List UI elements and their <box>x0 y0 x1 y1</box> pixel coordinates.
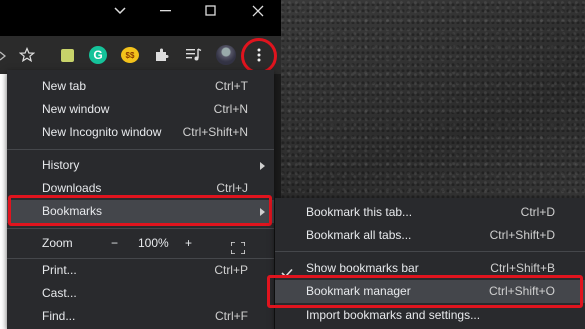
menu-item-label: Import bookmarks and settings... <box>306 308 481 322</box>
menu-item-label: History <box>42 158 80 172</box>
bookmarks-submenu: Bookmark this tab... Ctrl+D Bookmark all… <box>267 198 585 329</box>
menu-item-label: Bookmark this tab... <box>306 205 413 219</box>
bookmarks-highlight-box <box>8 195 272 226</box>
menu-item-print[interactable]: Print... Ctrl+P <box>7 259 274 282</box>
submenu-item-bookmark-tab[interactable]: Bookmark this tab... Ctrl+D <box>275 201 585 224</box>
menu-item-label: New tab <box>42 79 87 93</box>
zoom-out-button[interactable]: − <box>111 230 118 256</box>
chrome-main-menu: New tab Ctrl+T New window Ctrl+N New Inc… <box>7 70 274 329</box>
menu-item-label: Zoom <box>42 236 73 250</box>
menu-item-zoom: Zoom − 100% + <box>7 230 274 256</box>
menu-item-label: Cast... <box>42 286 77 300</box>
menu-item-shortcut: Ctrl+P <box>214 263 248 277</box>
menu-item-find[interactable]: Find... Ctrl+F <box>7 305 274 328</box>
maximize-icon[interactable] <box>191 0 231 25</box>
menu-separator <box>275 251 585 252</box>
zoom-in-button[interactable]: + <box>185 230 192 256</box>
extension-square-icon[interactable] <box>55 43 79 67</box>
fullscreen-icon[interactable] <box>230 237 246 255</box>
menu-item-label: Find... <box>42 309 76 323</box>
menu-item-new-tab[interactable]: New tab Ctrl+T <box>7 75 274 98</box>
menu-item-shortcut: Ctrl+Shift+D <box>489 228 555 242</box>
menu-item-shortcut: Ctrl+F <box>215 309 248 323</box>
menu-item-label: New window <box>42 102 110 116</box>
grammarly-icon[interactable]: G <box>86 43 110 67</box>
profile-avatar[interactable] <box>214 43 238 67</box>
menu-separator <box>7 149 274 150</box>
submenu-item-import[interactable]: Import bookmarks and settings... <box>275 304 585 327</box>
menu-item-label: Print... <box>42 263 77 277</box>
star-icon[interactable] <box>15 43 39 67</box>
media-queue-icon[interactable] <box>182 43 206 67</box>
minimize-icon[interactable] <box>146 0 186 25</box>
menu-item-shortcut: Ctrl+N <box>213 102 248 116</box>
submenu-arrow-icon <box>260 162 265 170</box>
menu-button-highlight <box>241 38 277 74</box>
checkmark-icon <box>281 263 293 278</box>
close-icon[interactable] <box>238 0 278 25</box>
tab-search-chevron-icon[interactable] <box>100 0 140 25</box>
menu-item-history[interactable]: History <box>7 154 274 177</box>
zoom-level-value: 100% <box>138 236 169 250</box>
menu-item-label: Bookmark all tabs... <box>306 228 412 242</box>
menu-separator <box>7 228 274 229</box>
menu-item-shortcut: Ctrl+D <box>520 205 555 219</box>
menu-item-cast[interactable]: Cast... <box>7 282 274 305</box>
menu-item-shortcut: Ctrl+Shift+N <box>182 125 248 139</box>
window-titlebar <box>0 0 281 36</box>
menu-item-shortcut: Ctrl+T <box>215 79 248 93</box>
menu-item-new-incognito[interactable]: New Incognito window Ctrl+Shift+N <box>7 121 274 144</box>
submenu-item-bookmark-all[interactable]: Bookmark all tabs... Ctrl+Shift+D <box>275 224 585 247</box>
menu-item-label: New Incognito window <box>42 125 162 139</box>
browser-toolbar: G $$ <box>0 36 281 74</box>
omnibox-edge-icon <box>0 49 7 61</box>
puzzle-icon[interactable] <box>150 43 174 67</box>
menu-item-new-window[interactable]: New window Ctrl+N <box>7 98 274 121</box>
coupon-extension-icon[interactable]: $$ <box>118 43 142 67</box>
